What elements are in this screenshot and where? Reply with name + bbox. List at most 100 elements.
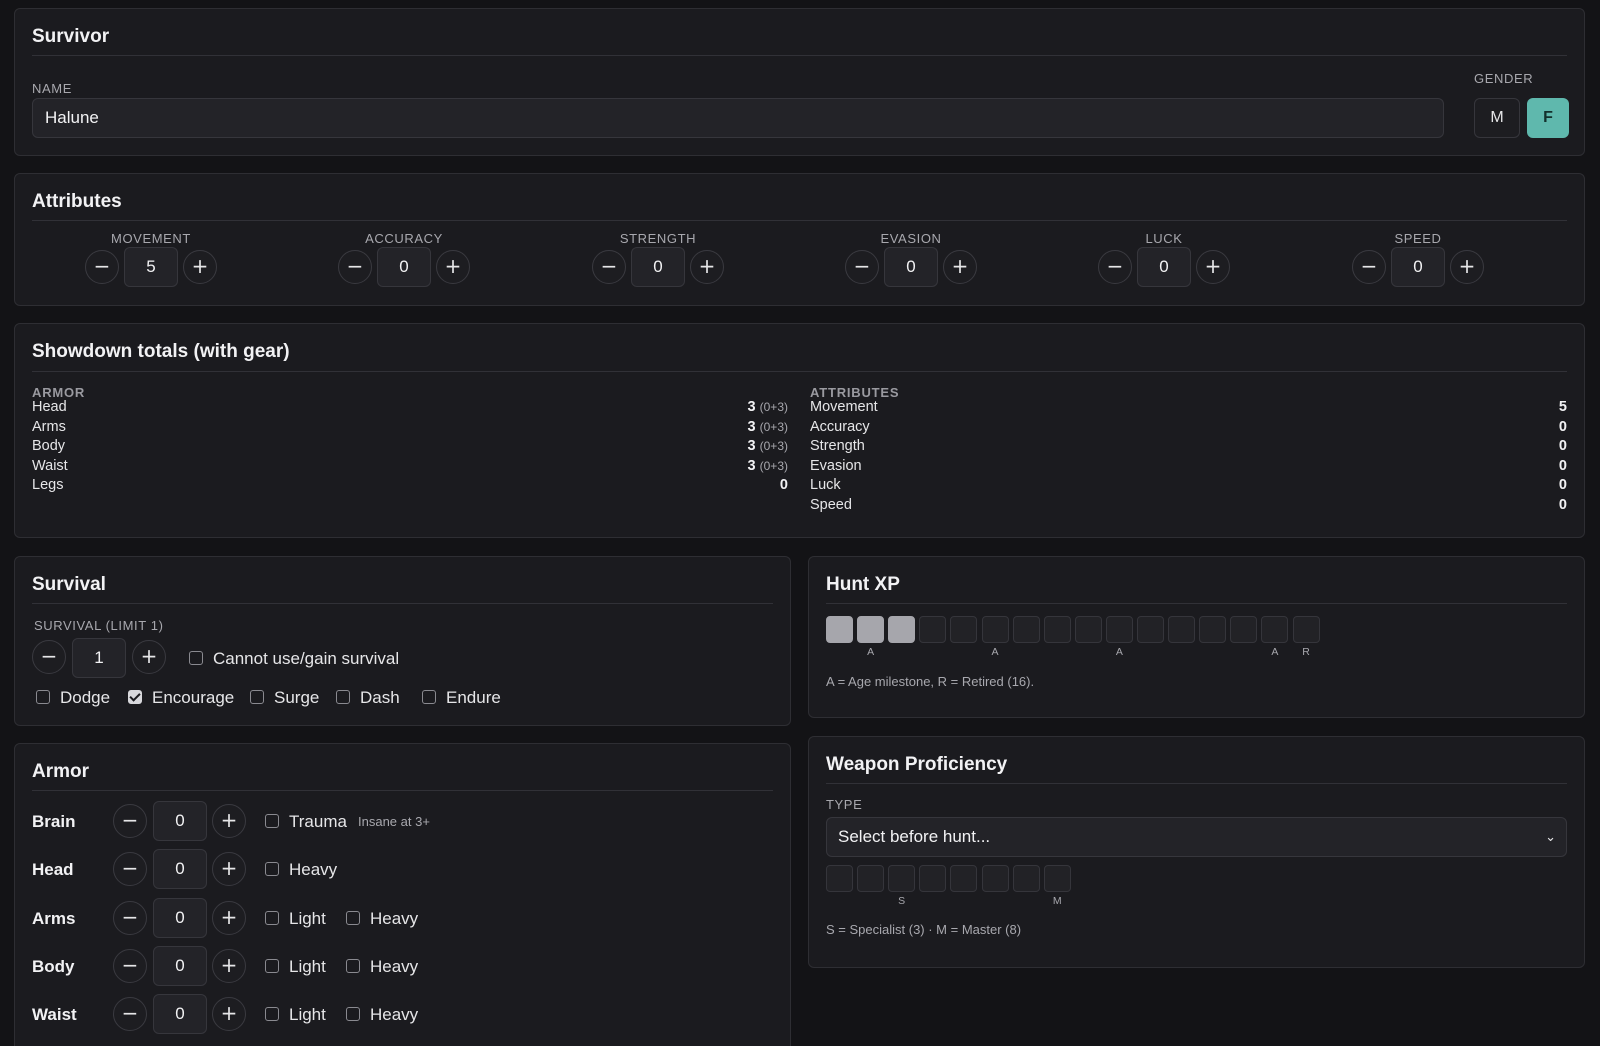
strength-value[interactable]: 0 — [631, 247, 685, 287]
armor-arms-light-label: Light — [289, 908, 326, 928]
hunt-xp-box[interactable] — [919, 616, 947, 643]
dodge-checkbox[interactable] — [36, 690, 50, 704]
weapon-marker: S — [898, 895, 906, 907]
armor-body-decrement-button[interactable]: − — [113, 948, 147, 983]
weapon-box[interactable] — [981, 865, 1009, 892]
armor-waist-increment-button[interactable]: + — [212, 997, 246, 1032]
survival-value[interactable]: 1 — [72, 638, 126, 678]
hunt-xp-box[interactable] — [1199, 616, 1227, 643]
weapon-box[interactable] — [888, 865, 916, 892]
total-armor-head-number: 3 — [747, 399, 756, 415]
total-attr-evasion-label: Evasion — [810, 457, 862, 474]
total-attr-accuracy-label: Accuracy — [810, 418, 870, 435]
speed-label: SPEED — [1394, 231, 1442, 246]
armor-brain-decrement-button[interactable]: − — [113, 804, 147, 838]
armor-brain-value[interactable]: 0 — [153, 801, 207, 841]
hunt-xp-box[interactable] — [1012, 616, 1040, 643]
survival-increment-button[interactable]: + — [132, 640, 166, 674]
armor-body-value[interactable]: 0 — [153, 945, 207, 986]
endure-checkbox[interactable] — [422, 690, 436, 704]
armor-brain-trauma-checkbox[interactable] — [265, 814, 279, 828]
hunt-xp-box[interactable] — [1105, 616, 1133, 643]
armor-head-decrement-button[interactable]: − — [113, 852, 147, 887]
armor-body-increment-button[interactable]: + — [212, 948, 246, 983]
armor-arms-label: Arms — [32, 908, 76, 928]
strength-decrement-button[interactable]: − — [592, 250, 626, 284]
armor-waist-decrement-button[interactable]: − — [113, 997, 147, 1032]
hunt-xp-box[interactable] — [950, 616, 978, 643]
armor-head-increment-button[interactable]: + — [212, 852, 246, 887]
weapon-box[interactable] — [919, 865, 947, 892]
hunt-xp-box[interactable] — [888, 616, 916, 643]
accuracy-decrement-button[interactable]: − — [338, 250, 372, 284]
luck-decrement-button[interactable]: − — [1098, 250, 1132, 284]
armor-arms-value[interactable]: 0 — [153, 897, 207, 938]
total-armor-arms-value: 3 (0+3) — [748, 419, 788, 435]
accuracy-increment-button[interactable]: + — [436, 250, 470, 284]
name-input[interactable]: Halune — [32, 98, 1444, 138]
speed-value[interactable]: 0 — [1391, 247, 1445, 287]
armor-head-heavy-checkbox[interactable] — [265, 862, 279, 877]
evasion-decrement-button[interactable]: − — [845, 250, 879, 284]
survival-card: Survival SURVIVAL (LIMIT 1) − 1 + Cannot… — [14, 556, 791, 726]
movement-decrement-button[interactable]: − — [85, 250, 119, 284]
strength-increment-button[interactable]: + — [690, 250, 724, 284]
hunt-xp-box[interactable] — [1168, 616, 1196, 643]
cannot-use-survival-checkbox[interactable] — [189, 651, 203, 665]
divider — [32, 790, 773, 791]
weapon-box[interactable] — [826, 865, 853, 892]
weapon-type-select[interactable]: Select before hunt... ⌄ — [826, 817, 1567, 857]
armor-body-heavy-checkbox[interactable] — [346, 958, 360, 973]
armor-body-light-checkbox[interactable] — [265, 958, 279, 973]
hunt-xp-box[interactable] — [1074, 616, 1102, 643]
hunt-xp-box[interactable] — [1230, 616, 1258, 643]
speed-decrement-button[interactable]: − — [1352, 250, 1386, 284]
armor-waist-light-checkbox[interactable] — [265, 1007, 279, 1022]
speed-increment-button[interactable]: + — [1450, 250, 1484, 284]
total-armor-legs-number: 0 — [779, 477, 788, 493]
movement-value[interactable]: 5 — [124, 247, 178, 287]
weapon-box[interactable] — [1043, 865, 1071, 892]
armor-waist-label: Waist — [32, 1005, 77, 1025]
armor-waist-heavy-checkbox[interactable] — [346, 1007, 360, 1022]
armor-brain-increment-button[interactable]: + — [212, 804, 246, 838]
dash-checkbox[interactable] — [336, 690, 350, 704]
armor-waist-value[interactable]: 0 — [153, 994, 207, 1035]
hunt-xp-box[interactable] — [981, 616, 1009, 643]
weapon-proficiency-card: Weapon Proficiency TYPE Select before hu… — [808, 736, 1585, 968]
luck-value[interactable]: 0 — [1137, 247, 1191, 287]
hunt-xp-box[interactable] — [826, 616, 853, 643]
evasion-value[interactable]: 0 — [884, 247, 938, 287]
armor-head-value[interactable]: 0 — [153, 849, 207, 890]
accuracy-value[interactable]: 0 — [377, 247, 431, 287]
armor-arms-heavy-checkbox[interactable] — [346, 910, 360, 925]
survival-decrement-button[interactable]: − — [32, 640, 66, 674]
hunt-xp-box[interactable] — [1292, 616, 1320, 643]
weapon-box[interactable] — [1012, 865, 1040, 892]
encourage-checkbox[interactable] — [128, 690, 142, 704]
hunt-xp-box[interactable] — [1137, 616, 1164, 643]
armor-arms-light-checkbox[interactable] — [265, 910, 279, 925]
attributes-heading: ATTRIBUTES — [810, 385, 900, 400]
weapon-note: S = Specialist (3) · M = Master (8) — [826, 922, 1022, 937]
luck-increment-button[interactable]: + — [1196, 250, 1230, 284]
total-armor-legs-value: 0 — [780, 477, 788, 493]
gender-f-button[interactable]: F — [1527, 98, 1569, 138]
armor-waist-light-label: Light — [289, 1005, 326, 1025]
gender-m-button[interactable]: M — [1474, 98, 1520, 138]
hunt-xp-box[interactable] — [1261, 616, 1289, 643]
evasion-increment-button[interactable]: + — [943, 250, 977, 284]
weapon-box[interactable] — [857, 865, 885, 892]
total-attr-accuracy-value: 0 — [1558, 418, 1567, 435]
armor-arms-increment-button[interactable]: + — [212, 900, 246, 935]
movement-increment-button[interactable]: + — [183, 250, 217, 284]
armor-arms-decrement-button[interactable]: − — [113, 900, 147, 935]
total-armor-head-breakdown: (0+3) — [759, 400, 788, 414]
total-armor-legs-label: Legs — [32, 477, 64, 493]
surge-checkbox[interactable] — [250, 690, 264, 704]
armor-head-heavy-label: Heavy — [289, 860, 338, 880]
weapon-box[interactable] — [950, 865, 978, 892]
hunt-xp-box[interactable] — [857, 616, 885, 643]
hunt-xp-box[interactable] — [1043, 616, 1071, 643]
hunt-xp-note: A = Age milestone, R = Retired (16). — [826, 674, 1035, 689]
